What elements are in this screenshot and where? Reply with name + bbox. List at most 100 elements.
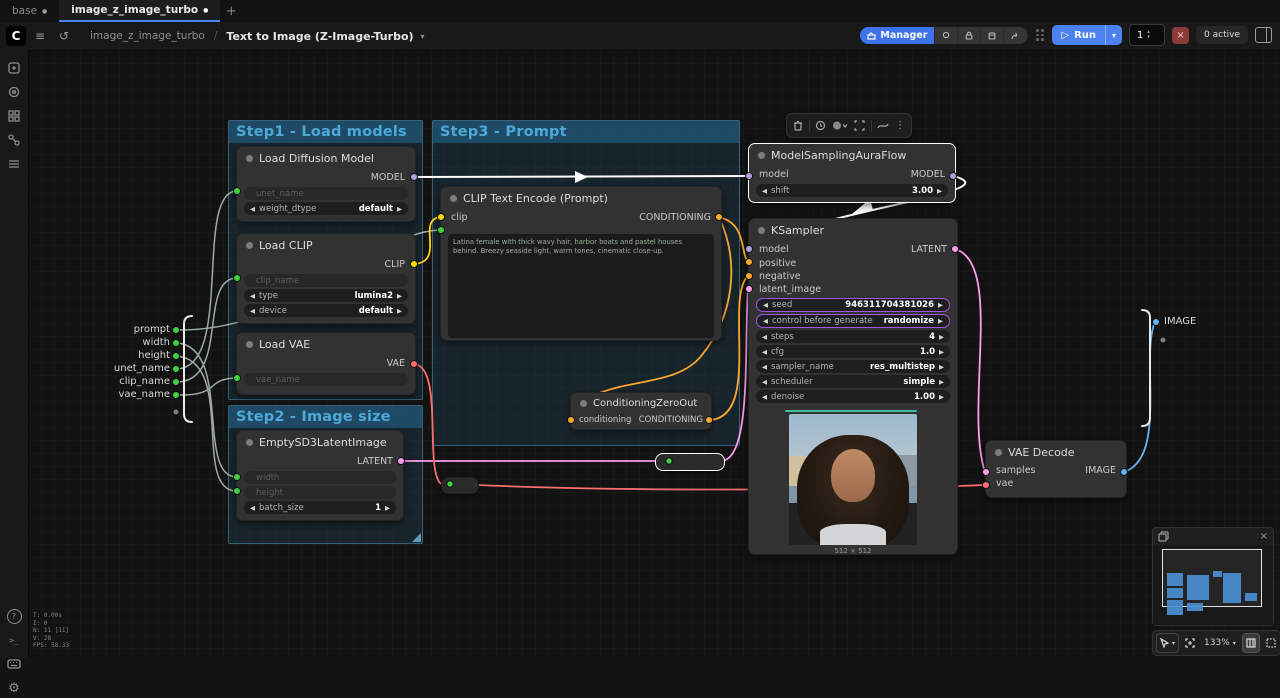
package-icon[interactable] xyxy=(981,27,1004,44)
delete-icon[interactable] xyxy=(793,120,803,131)
run-options-dropdown[interactable]: ▾ xyxy=(1105,25,1122,45)
breadcrumb-workflow-name[interactable]: image_z_image_turbo xyxy=(90,30,205,42)
widget-vae-name[interactable]: vae_name xyxy=(244,373,408,386)
widget-left-arrow-icon[interactable]: ◀ xyxy=(763,317,768,325)
minimap-content[interactable] xyxy=(1153,545,1273,625)
interrupt-button[interactable]: × xyxy=(1172,27,1189,44)
widget-device[interactable]: ◀devicedefault▶ xyxy=(244,304,408,317)
subgraph-input-unet-name[interactable]: unet_name xyxy=(90,363,170,374)
fit-view-button[interactable] xyxy=(1182,634,1198,652)
minimap-layers-icon[interactable] xyxy=(1158,527,1169,546)
widget-clip-name[interactable]: clip_name xyxy=(244,274,408,287)
widget-denoise[interactable]: ◀denoise1.00▶ xyxy=(756,390,950,403)
more-options-icon[interactable]: ⋮ xyxy=(895,120,905,131)
reroute-node[interactable] xyxy=(441,477,479,494)
widget-right-arrow-icon[interactable]: ▶ xyxy=(939,393,944,401)
node-clip-text-encode[interactable]: CLIP Text Encode (Prompt) clipCONDITIONI… xyxy=(440,186,722,341)
collapse-dot[interactable] xyxy=(580,400,587,407)
workflow-title[interactable]: Text to Image (Z-Image-Turbo) xyxy=(226,30,413,43)
queue-icon[interactable] xyxy=(0,154,28,174)
group-step3-title[interactable]: Step3 - Prompt xyxy=(433,121,739,143)
collapse-dot[interactable] xyxy=(450,195,457,202)
node-load-clip[interactable]: Load CLIP CLIP clip_name ◀typelumina2▶ ◀… xyxy=(236,233,416,324)
widget-right-arrow-icon[interactable]: ▶ xyxy=(939,333,944,341)
settings-gear-icon[interactable]: ⚙ xyxy=(0,678,28,698)
image-preview[interactable] xyxy=(789,414,917,545)
widget-left-arrow-icon[interactable]: ◀ xyxy=(762,378,767,386)
grid-toggle-button[interactable] xyxy=(1242,633,1260,653)
lock-icon[interactable] xyxy=(958,27,981,44)
widget-right-arrow-icon[interactable]: ▶ xyxy=(939,348,944,356)
widget-left-arrow-icon[interactable]: ◀ xyxy=(762,187,767,195)
widget-left-arrow-icon[interactable]: ◀ xyxy=(762,363,767,371)
terminal-icon[interactable]: >_ xyxy=(0,630,28,650)
active-jobs-badge[interactable]: 0 active xyxy=(1196,26,1248,44)
tab-image-z-image-turbo[interactable]: image_z_image_turbo ● xyxy=(59,0,220,22)
new-tab-button[interactable]: + xyxy=(220,0,242,22)
widget-right-arrow-icon[interactable]: ▶ xyxy=(385,504,390,512)
step-down-icon[interactable]: ▾ xyxy=(1147,35,1150,40)
widget-right-arrow-icon[interactable]: ▶ xyxy=(397,205,402,213)
subgraph-input-width[interactable]: width xyxy=(90,337,170,348)
group-step2-title[interactable]: Step2 - Image size xyxy=(229,406,422,428)
group-resize-handle[interactable] xyxy=(412,533,421,542)
widget-width[interactable]: width xyxy=(244,471,396,484)
undo-icon[interactable]: ↺ xyxy=(54,29,74,43)
widget-right-arrow-icon[interactable]: ▶ xyxy=(938,301,943,309)
minimap-close-icon[interactable]: × xyxy=(1260,531,1268,542)
models-icon[interactable] xyxy=(0,106,28,126)
widget-right-arrow-icon[interactable]: ▶ xyxy=(397,292,402,300)
collapse-dot[interactable] xyxy=(246,155,253,162)
minimap-panel[interactable]: × xyxy=(1152,527,1274,626)
widget-seed[interactable]: ◀seed946311704381026▶ xyxy=(756,298,950,312)
widget-left-arrow-icon[interactable]: ◀ xyxy=(763,301,768,309)
collapse-dot[interactable] xyxy=(246,242,253,249)
notification-icon[interactable] xyxy=(935,27,958,44)
bypass-icon[interactable] xyxy=(877,121,889,131)
group-step1-title[interactable]: Step1 - Load models xyxy=(229,121,422,143)
run-button-main[interactable]: ▷ Run xyxy=(1052,25,1105,45)
chevron-down-icon[interactable]: ▾ xyxy=(421,32,425,41)
share-icon[interactable] xyxy=(1004,27,1028,44)
widget-left-arrow-icon[interactable]: ◀ xyxy=(250,307,255,315)
node-vae-decode[interactable]: VAE Decode samplesIMAGE vae xyxy=(985,440,1127,498)
select-mode-button[interactable] xyxy=(1263,634,1279,652)
subgraph-input-vae-name[interactable]: vae_name xyxy=(90,389,170,400)
collapse-dot[interactable] xyxy=(246,341,253,348)
widget-weight-dtype[interactable]: ◀weight_dtypedefault▶ xyxy=(244,202,408,215)
prompt-textarea[interactable]: Latina female with thick wavy hair, harb… xyxy=(448,234,714,338)
node-ksampler[interactable]: KSampler modelLATENT positive negative l… xyxy=(748,218,958,555)
tab-base[interactable]: base ● xyxy=(0,0,59,22)
workflows-icon[interactable] xyxy=(0,58,28,78)
subgraph-input-clip-name[interactable]: clip_name xyxy=(90,376,170,387)
zoom-level-button[interactable]: 133% ▾ xyxy=(1201,634,1239,652)
menu-hamburger-icon[interactable]: ≡ xyxy=(30,29,50,43)
widget-batch-size[interactable]: ◀batch_size1▶ xyxy=(244,501,396,514)
subgraph-input-height[interactable]: height xyxy=(90,350,170,361)
widget-right-arrow-icon[interactable]: ▶ xyxy=(938,317,943,325)
widget-right-arrow-icon[interactable]: ▶ xyxy=(939,363,944,371)
node-library-icon[interactable] xyxy=(0,130,28,150)
node-empty-sd3-latent[interactable]: EmptySD3LatentImage LATENT width height … xyxy=(236,430,404,521)
subgraph-output-image[interactable]: IMAGE xyxy=(1164,316,1196,327)
widget-right-arrow-icon[interactable]: ▶ xyxy=(939,378,944,386)
manager-button[interactable]: Manager xyxy=(860,27,935,44)
widget-left-arrow-icon[interactable]: ◀ xyxy=(250,292,255,300)
color-picker-icon[interactable] xyxy=(832,120,848,131)
node-load-diffusion-model[interactable]: Load Diffusion Model MODEL unet_name ◀we… xyxy=(236,146,416,222)
widget-shift[interactable]: ◀shift3.00▶ xyxy=(756,184,948,197)
widget-right-arrow-icon[interactable]: ▶ xyxy=(937,187,942,195)
collapse-dot[interactable] xyxy=(995,449,1002,456)
collapse-dot[interactable] xyxy=(246,439,253,446)
widget-steps[interactable]: ◀steps4▶ xyxy=(756,330,950,343)
reroute-node[interactable] xyxy=(655,453,725,471)
widget-right-arrow-icon[interactable]: ▶ xyxy=(397,307,402,315)
widget-left-arrow-icon[interactable]: ◀ xyxy=(250,504,255,512)
pointer-tool-button[interactable]: ▾ xyxy=(1156,633,1179,653)
widget-left-arrow-icon[interactable]: ◀ xyxy=(762,393,767,401)
widget-cfg[interactable]: ◀cfg1.0▶ xyxy=(756,345,950,358)
node-load-vae[interactable]: Load VAE VAE vae_name xyxy=(236,332,416,395)
drag-handle-icon[interactable] xyxy=(1035,28,1045,42)
widget-unet-name[interactable]: unet_name xyxy=(244,187,408,200)
widget-left-arrow-icon[interactable]: ◀ xyxy=(762,333,767,341)
